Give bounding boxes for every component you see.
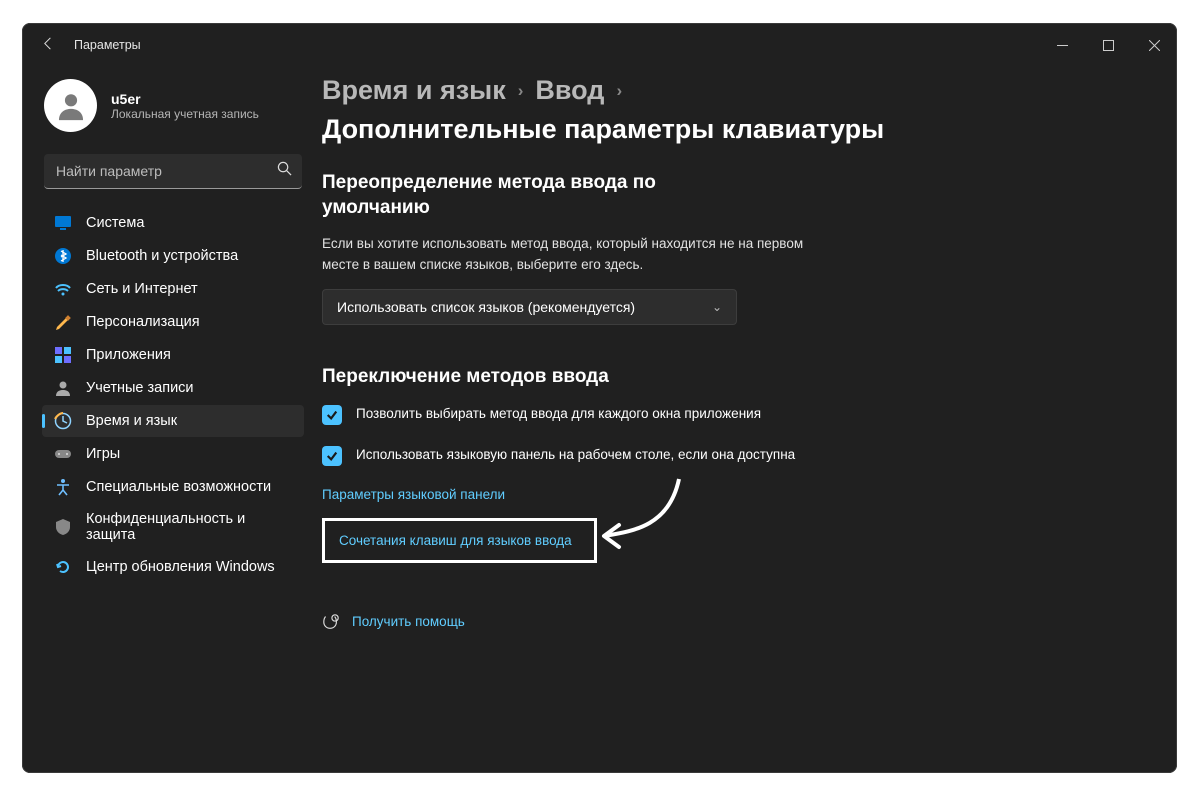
checkbox-per-window[interactable] bbox=[322, 405, 342, 425]
sidebar-item-network[interactable]: Сеть и Интернет bbox=[42, 273, 304, 305]
sidebar-item-accounts[interactable]: Учетные записи bbox=[42, 372, 304, 404]
system-icon bbox=[54, 214, 72, 232]
breadcrumb-parent2[interactable]: Ввод bbox=[535, 75, 604, 106]
checkbox-label: Позволить выбирать метод ввода для каждо… bbox=[356, 404, 761, 424]
checkbox-label: Использовать языковую панель на рабочем … bbox=[356, 445, 795, 465]
sidebar-item-label: Приложения bbox=[86, 347, 171, 363]
help-row: Получить помощь bbox=[322, 613, 1157, 631]
avatar bbox=[44, 79, 97, 132]
window-title: Параметры bbox=[74, 38, 141, 52]
chevron-right-icon: › bbox=[518, 81, 524, 101]
accessibility-icon bbox=[54, 478, 72, 496]
sidebar-item-label: Система bbox=[86, 215, 144, 231]
content: Время и язык › Ввод › Дополнительные пар… bbox=[314, 63, 1177, 773]
sidebar-item-label: Сеть и Интернет bbox=[86, 281, 198, 297]
sidebar-item-apps[interactable]: Приложения bbox=[42, 339, 304, 371]
sidebar-item-label: Игры bbox=[86, 446, 120, 462]
user-name: u5er bbox=[111, 91, 259, 107]
checkbox-row-per-window: Позволить выбирать метод ввода для каждо… bbox=[322, 404, 802, 425]
sidebar-item-time[interactable]: Время и язык bbox=[42, 405, 304, 437]
titlebar: Параметры bbox=[22, 23, 1177, 63]
breadcrumb: Время и язык › Ввод › Дополнительные пар… bbox=[322, 75, 1157, 145]
checkbox-langbar[interactable] bbox=[322, 446, 342, 466]
sidebar-item-accessibility[interactable]: Специальные возможности bbox=[42, 471, 304, 503]
search-box[interactable] bbox=[44, 154, 302, 189]
sidebar-item-update[interactable]: Центр обновления Windows bbox=[42, 551, 304, 583]
update-icon bbox=[54, 558, 72, 576]
default-input-dropdown[interactable]: Использовать список языков (рекомендуетс… bbox=[322, 289, 737, 325]
section-heading-override: Переопределение метода ввода по умолчани… bbox=[322, 171, 742, 220]
user-block[interactable]: u5er Локальная учетная запись bbox=[40, 79, 310, 132]
bluetooth-icon bbox=[54, 247, 72, 265]
sidebar-item-system[interactable]: Система bbox=[42, 207, 304, 239]
breadcrumb-current: Дополнительные параметры клавиатуры bbox=[322, 114, 884, 145]
close-button[interactable] bbox=[1131, 28, 1177, 62]
get-help-link[interactable]: Получить помощь bbox=[352, 614, 465, 629]
sidebar-item-label: Персонализация bbox=[86, 314, 200, 330]
personalization-icon bbox=[54, 313, 72, 331]
sidebar-item-privacy[interactable]: Конфиденциальность и защита bbox=[42, 504, 304, 550]
help-icon bbox=[322, 613, 340, 631]
nav-list: Система Bluetooth и устройства Сеть и Инте… bbox=[40, 207, 310, 583]
sidebar-item-label: Конфиденциальность и защита bbox=[86, 511, 292, 543]
link-hotkeys-highlighted[interactable]: Сочетания клавиш для языков ввода bbox=[322, 518, 597, 563]
chevron-down-icon: ⌄ bbox=[712, 300, 722, 314]
accounts-icon bbox=[54, 379, 72, 397]
time-icon bbox=[54, 412, 72, 430]
search-icon bbox=[277, 161, 292, 181]
sidebar-item-gaming[interactable]: Игры bbox=[42, 438, 304, 470]
back-button[interactable] bbox=[22, 36, 74, 55]
sidebar: u5er Локальная учетная запись Система Blu… bbox=[22, 63, 314, 773]
chevron-right-icon: › bbox=[616, 81, 622, 101]
breadcrumb-parent1[interactable]: Время и язык bbox=[322, 75, 506, 106]
apps-icon bbox=[54, 346, 72, 364]
sidebar-item-personalization[interactable]: Персонализация bbox=[42, 306, 304, 338]
dropdown-value: Использовать список языков (рекомендуетс… bbox=[337, 299, 635, 315]
checkbox-row-langbar: Использовать языковую панель на рабочем … bbox=[322, 445, 802, 466]
sidebar-item-label: Центр обновления Windows bbox=[86, 559, 275, 575]
sidebar-item-label: Специальные возможности bbox=[86, 479, 271, 495]
sidebar-item-bluetooth[interactable]: Bluetooth и устройства bbox=[42, 240, 304, 272]
sidebar-item-label: Bluetooth и устройства bbox=[86, 248, 238, 264]
window-controls bbox=[1039, 28, 1177, 62]
search-input[interactable] bbox=[44, 154, 302, 188]
settings-window: Параметры u5er Локальная учетная запись bbox=[22, 23, 1177, 773]
section-heading-switching: Переключение методов ввода bbox=[322, 365, 742, 390]
user-subtitle: Локальная учетная запись bbox=[111, 107, 259, 121]
gaming-icon bbox=[54, 445, 72, 463]
maximize-button[interactable] bbox=[1085, 28, 1131, 62]
privacy-icon bbox=[54, 518, 72, 536]
sidebar-item-label: Учетные записи bbox=[86, 380, 194, 396]
sidebar-item-label: Время и язык bbox=[86, 413, 177, 429]
minimize-button[interactable] bbox=[1039, 28, 1085, 62]
network-icon bbox=[54, 280, 72, 298]
section-description: Если вы хотите использовать метод ввода,… bbox=[322, 234, 822, 275]
link-langbar-options[interactable]: Параметры языковой панели bbox=[322, 483, 505, 506]
